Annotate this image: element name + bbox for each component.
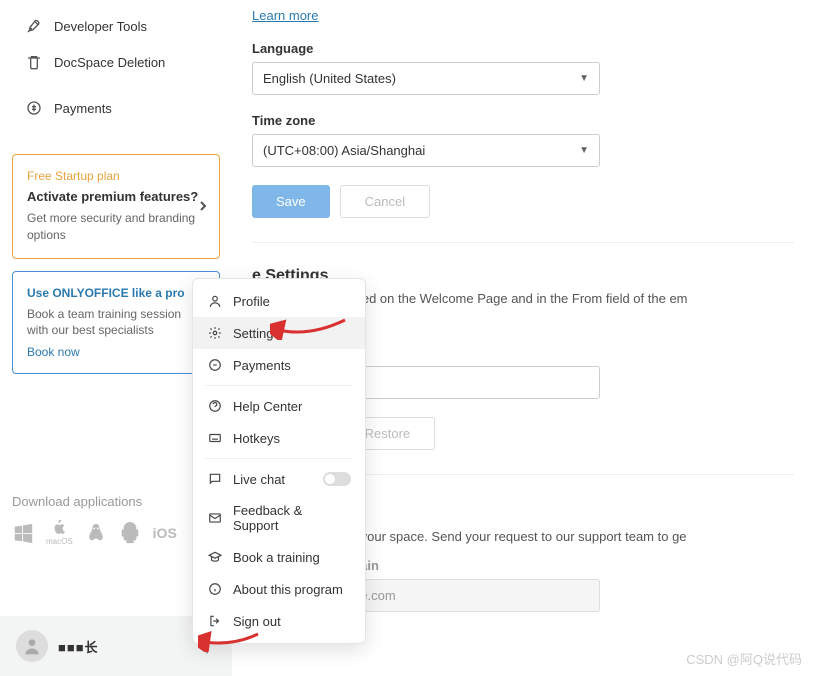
graduation-icon	[207, 549, 223, 565]
mail-icon	[207, 510, 223, 526]
coin-icon	[26, 100, 42, 116]
keyboard-icon	[207, 430, 223, 446]
avatar[interactable]	[16, 630, 48, 662]
promo-desc: Book a team training session with our be…	[27, 306, 205, 340]
menu-label: Feedback & Support	[233, 503, 351, 533]
watermark: CSDN @阿Q说代码	[686, 649, 802, 668]
select-value: English (United States)	[263, 71, 396, 86]
menu-live-chat[interactable]: Live chat	[193, 463, 365, 495]
coin-icon	[207, 357, 223, 373]
language-select[interactable]: English (United States) ▼	[252, 62, 600, 95]
chat-icon	[207, 471, 223, 487]
menu-profile[interactable]: Profile	[193, 285, 365, 317]
save-button[interactable]: Save	[252, 185, 330, 218]
help-icon	[207, 398, 223, 414]
menu-sign-out[interactable]: Sign out	[193, 605, 365, 637]
divider	[252, 242, 794, 243]
select-value: (UTC+08:00) Asia/Shanghai	[263, 143, 425, 158]
trash-icon	[26, 54, 42, 70]
info-icon	[207, 581, 223, 597]
ios-icon[interactable]: iOS	[153, 525, 177, 541]
promo-desc: Get more security and branding options	[27, 210, 205, 244]
menu-label: Help Center	[233, 399, 302, 414]
chevron-right-icon	[199, 200, 207, 212]
user-dropdown-menu: Profile Settings Payments Help Center Ho…	[192, 278, 366, 644]
menu-help-center[interactable]: Help Center	[193, 390, 365, 422]
android-icon[interactable]	[119, 522, 141, 544]
live-chat-toggle[interactable]	[323, 472, 351, 486]
book-now-link[interactable]: Book now	[27, 345, 80, 359]
menu-label: Hotkeys	[233, 431, 280, 446]
menu-divider	[205, 385, 353, 386]
promo-tag: Use ONLYOFFICE like a pro	[27, 286, 205, 300]
nav-developer-tools[interactable]: Developer Tools	[0, 8, 232, 44]
menu-payments[interactable]: Payments	[193, 349, 365, 381]
cancel-button[interactable]: Cancel	[340, 185, 430, 218]
windows-icon[interactable]	[12, 522, 34, 544]
wrench-icon	[26, 18, 42, 34]
promo-startup[interactable]: Free Startup plan Activate premium featu…	[12, 154, 220, 259]
menu-book-training[interactable]: Book a training	[193, 541, 365, 573]
promo-title: Activate premium features?	[27, 189, 205, 204]
timezone-select[interactable]: (UTC+08:00) Asia/Shanghai ▼	[252, 134, 600, 167]
user-icon	[207, 293, 223, 309]
nav-label: Developer Tools	[54, 19, 147, 34]
menu-about[interactable]: About this program	[193, 573, 365, 605]
menu-label: Sign out	[233, 614, 281, 629]
menu-label: Payments	[233, 358, 291, 373]
gear-icon	[207, 325, 223, 341]
download-label: Download applications	[12, 494, 220, 509]
promo-training[interactable]: Use ONLYOFFICE like a pro Book a team tr…	[12, 271, 220, 375]
nav-label: DocSpace Deletion	[54, 55, 165, 70]
menu-hotkeys[interactable]: Hotkeys	[193, 422, 365, 454]
menu-divider	[205, 458, 353, 459]
nav-label: Payments	[54, 101, 112, 116]
menu-label: Live chat	[233, 472, 285, 487]
promo-tag: Free Startup plan	[27, 169, 205, 183]
username: ■■■长	[58, 637, 99, 656]
menu-label: Book a training	[233, 550, 320, 565]
macos-icon[interactable]: macOS	[46, 519, 73, 546]
learn-more-link[interactable]: Learn more	[252, 8, 318, 23]
chevron-down-icon: ▼	[579, 73, 589, 84]
nav-docspace-deletion[interactable]: DocSpace Deletion	[0, 44, 232, 80]
language-label: Language	[252, 41, 794, 56]
chevron-down-icon: ▼	[579, 145, 589, 156]
signout-icon	[207, 613, 223, 629]
nav-payments[interactable]: Payments	[0, 90, 232, 126]
linux-icon[interactable]	[85, 522, 107, 544]
timezone-label: Time zone	[252, 113, 794, 128]
menu-label: Settings	[233, 326, 280, 341]
menu-label: About this program	[233, 582, 343, 597]
menu-settings[interactable]: Settings	[193, 317, 365, 349]
menu-feedback[interactable]: Feedback & Support	[193, 495, 365, 541]
menu-label: Profile	[233, 294, 270, 309]
